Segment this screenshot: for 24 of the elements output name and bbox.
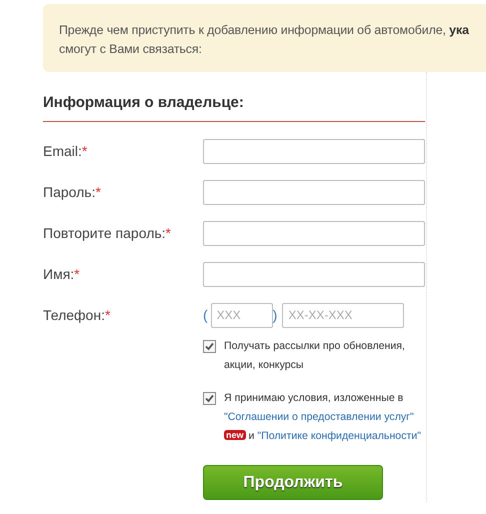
input-field[interactable] xyxy=(203,220,425,246)
field-label: Email:* xyxy=(43,143,88,159)
input-field[interactable] xyxy=(203,138,425,164)
notice-text: смогут с Вами связаться: xyxy=(59,41,203,58)
section-heading: Информация о владельце: xyxy=(43,94,425,122)
field-label: Имя:* xyxy=(43,266,81,282)
field-label: Телефон:* xyxy=(43,307,112,323)
checkbox-label: Я принимаю условия, изложенные в "Соглашении о предоставлении услуг" new и "Политике конфиденциальности" xyxy=(224,391,422,444)
paren-text: ( xyxy=(203,307,208,323)
field-label: Пароль:* xyxy=(43,184,102,200)
privacy-link[interactable]: "Политике конфиденциальности" xyxy=(257,430,422,442)
checkbox[interactable] xyxy=(203,340,216,353)
checkbox[interactable] xyxy=(203,392,216,405)
field-label: Повторите пароль:* xyxy=(43,225,172,241)
notice-text: Прежде чем приступить к добавлению информации об автомобиле, ука xyxy=(59,22,470,39)
area-code-field[interactable]: XXX xyxy=(210,302,273,328)
input-field[interactable] xyxy=(203,262,425,286)
new-badge: new xyxy=(224,430,246,440)
input-field[interactable] xyxy=(203,180,425,204)
agreement-link[interactable]: "Соглашении о предоставлении услуг" xyxy=(224,411,414,423)
phone-field[interactable]: XX-XX-XXX xyxy=(282,302,404,328)
paren-text: ) xyxy=(272,307,278,323)
continue-button[interactable]: Продолжить xyxy=(203,465,383,500)
checkbox-label: Получать рассылки про обновления, акции, конкурсы xyxy=(224,339,406,373)
